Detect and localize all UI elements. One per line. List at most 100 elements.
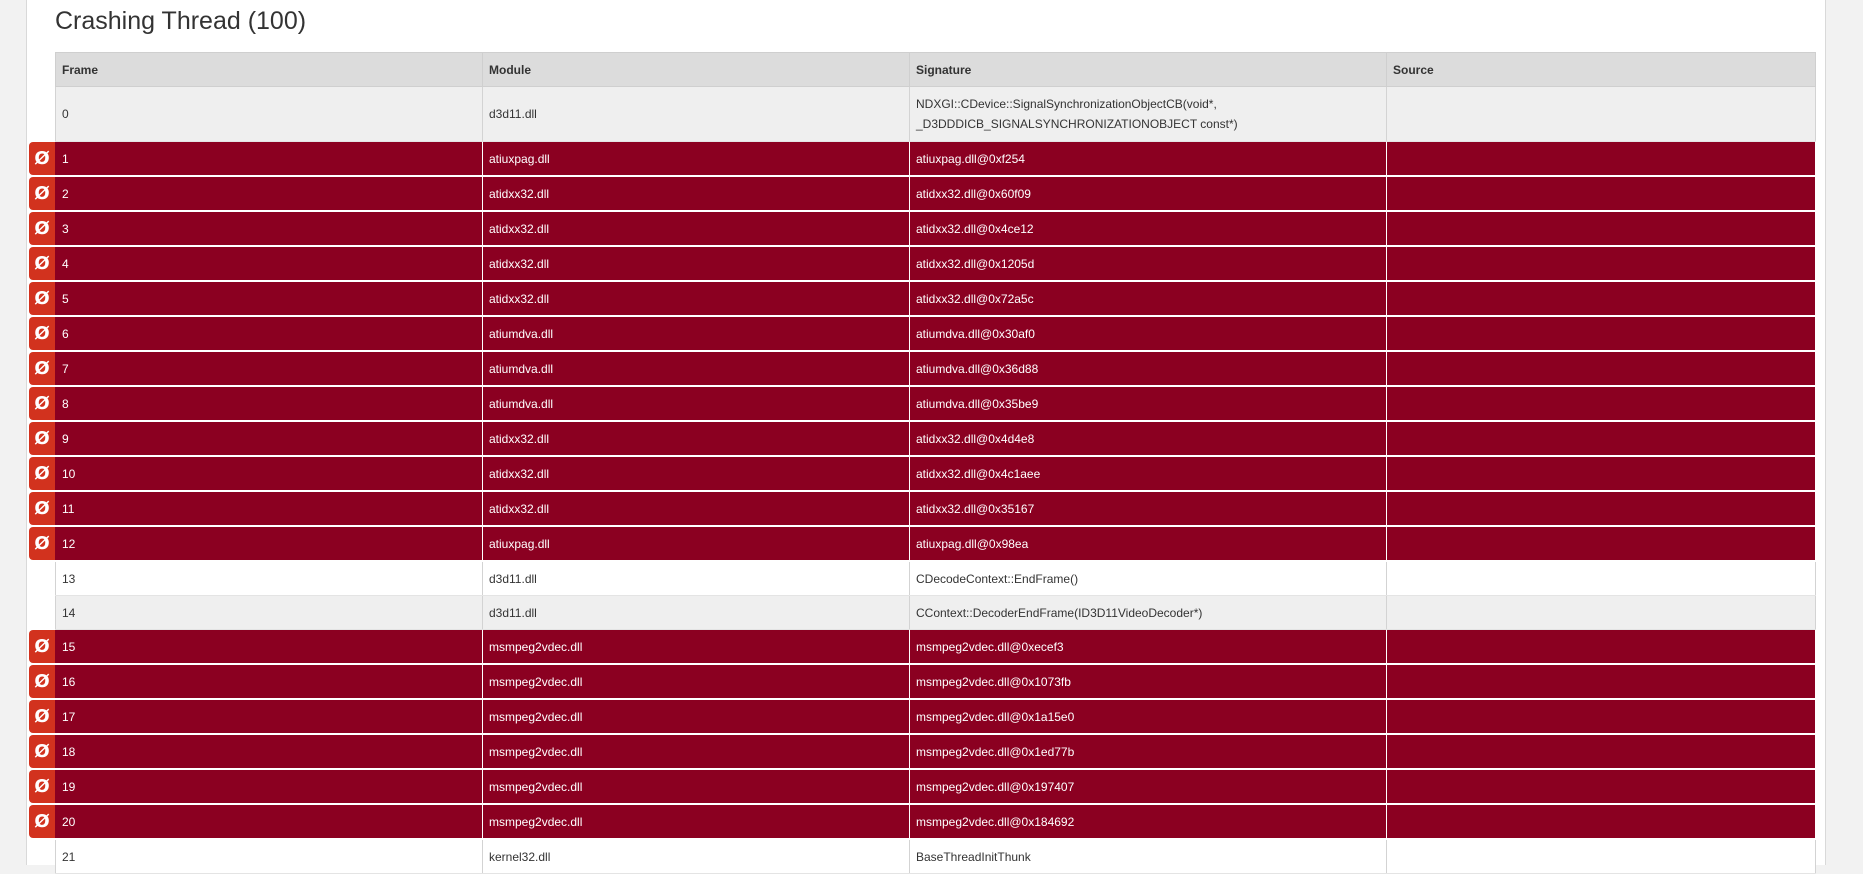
cell-frame: Ø2 xyxy=(29,176,483,212)
table-row[interactable]: 21 kernel32.dll BaseThreadInitThunk xyxy=(55,839,1816,874)
cell-signature[interactable]: atidxx32.dll@0x35167 xyxy=(909,491,1387,527)
column-header-source[interactable]: Source xyxy=(1386,52,1816,87)
cell-frame-text: 11 xyxy=(62,501,75,516)
no-symbols-icon: Ø xyxy=(29,142,55,175)
cell-signature[interactable]: atiuxpag.dll@0xf254 xyxy=(909,141,1387,177)
no-symbols-icon: Ø xyxy=(29,247,55,280)
frames-table-body: 0 d3d11.dll NDXGI::CDevice::SignalSynchron… xyxy=(29,86,1816,874)
cell-signature[interactable]: atidxx32.dll@0x72a5c xyxy=(909,281,1387,317)
cell-frame-text: 12 xyxy=(62,536,76,551)
cell-signature-text: msmpeg2vdec.dll@0x1a15e0 xyxy=(916,709,1075,724)
table-row[interactable]: Ø 20 msmpeg2vdec.dll msmpeg2vdec.dll@0x1846… xyxy=(29,804,1816,840)
cell-signature[interactable]: atiuxpag.dll@0x98ea xyxy=(909,526,1387,562)
no-symbols-icon: Ø xyxy=(29,805,55,838)
cell-signature[interactable]: BaseThreadInitThunk xyxy=(909,839,1387,874)
table-row[interactable]: Ø 11 atidxx32.dll atidxx32.dll@0x35167 xyxy=(29,491,1816,527)
cell-module-text: atiuxpag.dll xyxy=(489,151,550,166)
cell-signature[interactable]: CContext::DecoderEndFrame(ID3D11VideoDec… xyxy=(909,595,1387,630)
cell-source xyxy=(1386,699,1816,735)
table-row[interactable]: Ø 8 atiumdva.dll atiumdva.dll@0x35be9 xyxy=(29,386,1816,422)
table-row[interactable]: Ø 16 msmpeg2vdec.dll msmpeg2vdec.dll@0x1073… xyxy=(29,664,1816,700)
cell-signature[interactable]: msmpeg2vdec.dll@0x1073fb xyxy=(909,664,1387,700)
cell-source xyxy=(1386,526,1816,562)
cell-frame: Ø 12 xyxy=(29,526,483,562)
cell-signature[interactable]: atidxx32.dll@0x60f09 xyxy=(909,176,1387,212)
table-row[interactable]: Ø 7 atiumdva.dll atiumdva.dll@0x36d88 xyxy=(29,351,1816,387)
cell-signature-text: atidxx32.dll@0x1205d xyxy=(916,256,1035,271)
cell-frame-text: 21 xyxy=(62,849,76,864)
table-row[interactable]: 13 d3d11.dll CDecodeContext::EndFrame() xyxy=(55,561,1816,596)
cell-frame: Ø 11 xyxy=(29,491,483,527)
cell-frame: Ø9 xyxy=(29,421,483,457)
table-row[interactable]: Ø 17 msmpeg2vdec.dll msmpeg2vdec.dll@0x1a15… xyxy=(29,699,1816,735)
table-row[interactable]: Ø 5 atidxx32.dll atidxx32.dll@0x72a5c xyxy=(29,281,1816,317)
table-row[interactable]: Ø 9 atidxx32.dll atidxx32.dll@0x4d4e8 xyxy=(29,421,1816,457)
cell-signature[interactable]: CDecodeContext::EndFrame() xyxy=(909,561,1387,596)
cell-module-text: msmpeg2vdec.dll xyxy=(489,639,583,654)
cell-frame: 21 xyxy=(55,839,483,874)
cell-frame: 14 xyxy=(55,595,483,630)
cell-signature[interactable]: NDXGI::CDevice::SignalSynchronizationObj… xyxy=(909,86,1387,142)
cell-signature-text: msmpeg2vdec.dll@0xecef3 xyxy=(916,639,1064,654)
frames-table: Frame Module Signature Source 0 d3d11.dll… xyxy=(29,52,1816,874)
table-row[interactable]: Ø 6 atiumdva.dll atiumdva.dll@0x30af0 xyxy=(29,316,1816,352)
cell-frame-text: 19 xyxy=(62,779,76,794)
cell-signature[interactable]: atiumdva.dll@0x35be9 xyxy=(909,386,1387,422)
cell-frame-text: 17 xyxy=(62,709,76,724)
no-symbols-icon: Ø xyxy=(29,665,55,698)
cell-frame: Ø5 xyxy=(29,281,483,317)
cell-frame-text: 7 xyxy=(62,361,69,376)
column-header-signature[interactable]: Signature xyxy=(909,52,1387,87)
table-row[interactable]: Ø 15 msmpeg2vdec.dll msmpeg2vdec.dll@0xecef… xyxy=(29,629,1816,665)
column-header-module[interactable]: Module xyxy=(482,52,910,87)
cell-signature[interactable]: atidxx32.dll@0x4ce12 xyxy=(909,211,1387,247)
cell-source xyxy=(1386,281,1816,317)
cell-signature[interactable]: atidxx32.dll@0x4c1aee xyxy=(909,456,1387,492)
no-symbols-icon: Ø xyxy=(29,282,55,315)
cell-module-text: atiuxpag.dll xyxy=(489,536,550,551)
cell-frame-text: 14 xyxy=(62,605,76,620)
table-row[interactable]: Ø 19 msmpeg2vdec.dll msmpeg2vdec.dll@0x1974… xyxy=(29,769,1816,805)
cell-source xyxy=(1386,246,1816,282)
cell-module: msmpeg2vdec.dll xyxy=(482,629,910,665)
table-row[interactable]: Ø 3 atidxx32.dll atidxx32.dll@0x4ce12 xyxy=(29,211,1816,247)
cell-frame-text: 9 xyxy=(62,431,69,446)
table-row[interactable]: Ø 1 atiuxpag.dll atiuxpag.dll@0xf254 xyxy=(29,141,1816,177)
cell-signature[interactable]: atidxx32.dll@0x4d4e8 xyxy=(909,421,1387,457)
cell-frame-text: 5 xyxy=(62,291,69,306)
cell-frame-text: 4 xyxy=(62,256,69,271)
no-symbols-icon: Ø xyxy=(29,387,55,420)
cell-module-text: atidxx32.dll xyxy=(489,221,550,236)
cell-source xyxy=(1386,386,1816,422)
table-row[interactable]: Ø 18 msmpeg2vdec.dll msmpeg2vdec.dll@0x1ed7… xyxy=(29,734,1816,770)
column-header-frame[interactable]: Frame xyxy=(55,52,483,87)
cell-module: atidxx32.dll xyxy=(482,246,910,282)
cell-signature-text: atidxx32.dll@0x4ce12 xyxy=(916,221,1034,236)
cell-signature-text: NDXGI::CDevice::SignalSynchronizationObj… xyxy=(916,97,1238,131)
cell-module-text: msmpeg2vdec.dll xyxy=(489,709,583,724)
cell-module-text: atidxx32.dll xyxy=(489,431,550,446)
cell-frame-text: 1 xyxy=(62,151,69,166)
cell-module: d3d11.dll xyxy=(482,595,910,630)
cell-signature-text: atiumdva.dll@0x36d88 xyxy=(916,361,1039,376)
cell-signature[interactable]: msmpeg2vdec.dll@0x184692 xyxy=(909,804,1387,840)
table-row[interactable]: 0 d3d11.dll NDXGI::CDevice::SignalSynchron… xyxy=(55,86,1816,142)
table-row[interactable]: Ø 4 atidxx32.dll atidxx32.dll@0x1205d xyxy=(29,246,1816,282)
cell-signature[interactable]: atidxx32.dll@0x1205d xyxy=(909,246,1387,282)
cell-signature[interactable]: msmpeg2vdec.dll@0x1ed77b xyxy=(909,734,1387,770)
cell-signature[interactable]: atiumdva.dll@0x36d88 xyxy=(909,351,1387,387)
cell-signature-text: atiumdva.dll@0x30af0 xyxy=(916,326,1035,341)
table-row[interactable]: Ø 2 atidxx32.dll atidxx32.dll@0x60f09 xyxy=(29,176,1816,212)
table-row[interactable]: 14 d3d11.dll CContext::DecoderEndFrame(ID3… xyxy=(55,595,1816,630)
cell-signature[interactable]: msmpeg2vdec.dll@0x1a15e0 xyxy=(909,699,1387,735)
cell-signature-text: atiuxpag.dll@0xf254 xyxy=(916,151,1025,166)
cell-frame-text: 18 xyxy=(62,744,76,759)
cell-module: atiumdva.dll xyxy=(482,316,910,352)
cell-signature[interactable]: msmpeg2vdec.dll@0xecef3 xyxy=(909,629,1387,665)
table-row[interactable]: Ø 12 atiuxpag.dll atiuxpag.dll@0x98ea xyxy=(29,526,1816,562)
table-row[interactable]: Ø 10 atidxx32.dll atidxx32.dll@0x4c1aee xyxy=(29,456,1816,492)
cell-signature[interactable]: atiumdva.dll@0x30af0 xyxy=(909,316,1387,352)
cell-signature-text: atiuxpag.dll@0x98ea xyxy=(916,536,1029,551)
cell-signature[interactable]: msmpeg2vdec.dll@0x197407 xyxy=(909,769,1387,805)
cell-module-text: msmpeg2vdec.dll xyxy=(489,674,583,689)
